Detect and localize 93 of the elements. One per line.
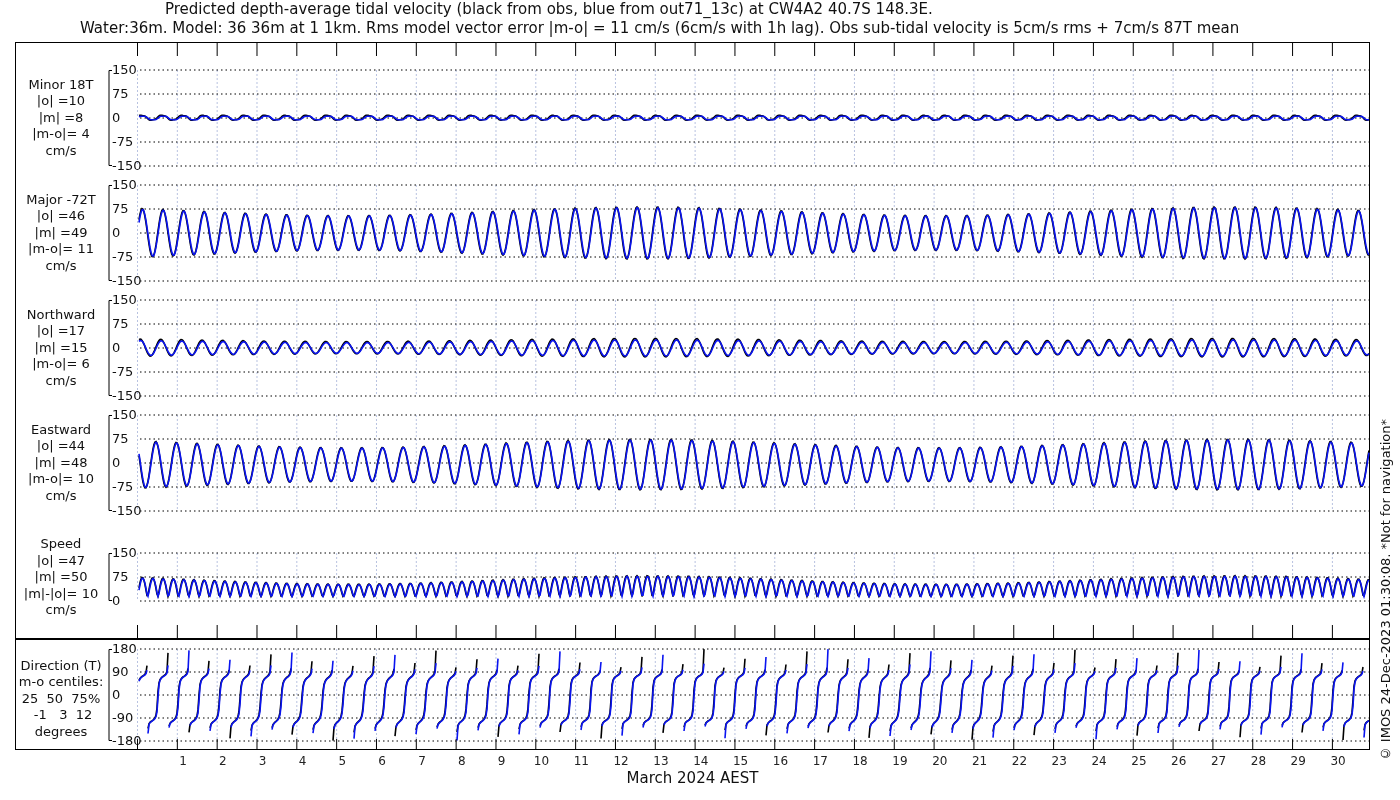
panel-label: |m-o|= 11 [28, 241, 94, 258]
y-tick-label: 75 [112, 200, 129, 216]
x-tick-label: 4 [298, 754, 307, 768]
y-tick-label: -150 [112, 502, 142, 518]
panel-label: Direction (T) [20, 657, 102, 675]
x-axis-label: March 2024 AEST [626, 769, 759, 787]
y-tick-label: -75 [112, 133, 134, 149]
panel-label: |m-o|= 10 [28, 471, 94, 488]
panel-label: |m-o|= 4 [32, 126, 90, 143]
y-tick-label: 90 [112, 663, 129, 679]
y-tick-label: 0 [112, 224, 121, 240]
x-tick-label: 29 [1290, 754, 1306, 768]
x-tick-label: 30 [1330, 754, 1346, 768]
panel-label: |o| =46 [36, 208, 86, 225]
x-tick-label: 6 [378, 754, 386, 768]
x-tick-label: 24 [1091, 754, 1107, 768]
panel-label: m-o centiles: [18, 674, 104, 691]
x-tick-label: 13 [653, 754, 669, 768]
x-tick-label: 2 [219, 754, 227, 768]
panel-label: degrees [34, 723, 88, 741]
x-tick-label: 8 [458, 754, 466, 768]
x-tick-label: 17 [812, 754, 828, 768]
panel-label: cm/s [45, 257, 77, 275]
y-tick-label: 0 [112, 339, 121, 355]
x-tick-label: 9 [497, 754, 506, 768]
panel-label: Northward [26, 306, 96, 324]
x-tick-label: 26 [1171, 754, 1187, 768]
y-tick-label: 0 [112, 592, 121, 608]
panel-label: |m| =15 [34, 339, 88, 357]
y-tick-label: -75 [112, 248, 134, 264]
panel-label: |m|-|o|= 10 [23, 585, 99, 602]
panel-label: 25 50 75% [21, 690, 101, 708]
y-tick-label: 0 [112, 686, 121, 702]
panel-label: |m-o|= 6 [32, 356, 90, 373]
y-axis [108, 553, 113, 602]
y-tick-label: 150 [112, 544, 137, 560]
x-tick-label: 11 [573, 754, 589, 768]
panel-label: Minor 18T [28, 76, 94, 94]
y-tick-label: 75 [112, 85, 129, 101]
x-tick-label: 28 [1250, 754, 1267, 768]
panel-label: |o| =44 [36, 438, 86, 455]
panel-label: |o| =17 [36, 323, 86, 340]
panel-label: cm/s [45, 487, 77, 505]
x-tick-label: 19 [892, 754, 908, 768]
x-tick-label: 14 [693, 754, 709, 768]
x-tick-label: 18 [852, 754, 868, 768]
x-tick-label: 21 [971, 754, 988, 768]
y-tick-label: -150 [112, 157, 142, 173]
y-tick-label: 180 [112, 640, 137, 656]
chart-title: Predicted depth-average tidal velocity (black from obs, blue from out71_13c) at CW4A2 40.7S 148.3E. [164, 0, 934, 19]
panel-label: |m| =49 [34, 224, 88, 242]
copyright-text: © IMOS 24-Dec-2023 01:30:08. *Not for navigation* [1377, 418, 1393, 761]
panel-label: |o| =47 [36, 552, 86, 569]
panel-label: |m| =8 [38, 109, 84, 127]
x-tick-label: 15 [733, 754, 749, 768]
y-tick-label: 150 [112, 61, 137, 77]
y-tick-label: -150 [112, 272, 142, 288]
x-tick-label: 5 [338, 754, 347, 768]
y-tick-label: 150 [112, 406, 137, 422]
y-tick-label: -150 [112, 387, 142, 403]
panel-label: Major -72T [26, 191, 96, 209]
panel-label: cm/s [45, 372, 77, 390]
panel-label: Eastward [31, 421, 91, 439]
panel-label: |m| =50 [34, 569, 88, 586]
y-tick-label: 150 [112, 291, 137, 307]
panel-label: Speed [40, 536, 82, 553]
y-tick-label: 0 [112, 454, 121, 470]
y-tick-label: -75 [112, 363, 134, 379]
chart-title: Water:36m. Model: 36 36m at 1 1km. Rms model vector error |m-o| = 11 cm/s (6cm/s with 1h lag). Obs sub-tidal velocity is 5cm/s rms + 7cm/s 87T mean [79, 19, 1241, 38]
y-tick-label: 0 [112, 109, 121, 125]
x-tick-label: 20 [932, 754, 948, 768]
x-tick-label: 23 [1051, 754, 1067, 768]
x-tick-label: 22 [1011, 754, 1028, 768]
y-tick-label: 75 [112, 315, 129, 331]
panel-label: cm/s [45, 142, 77, 160]
x-tick-label: 12 [613, 754, 629, 768]
x-tick-label: 10 [533, 754, 550, 768]
panel-label: |m| =48 [34, 454, 88, 472]
x-tick-label: 16 [772, 754, 789, 768]
y-tick-label: 75 [112, 568, 129, 584]
y-tick-label: -180 [112, 732, 142, 748]
x-tick-label: 1 [179, 754, 187, 768]
y-tick-label: 150 [112, 176, 137, 192]
y-tick-label: 75 [112, 430, 129, 446]
y-tick-label: -75 [112, 478, 134, 494]
x-tick-label: 27 [1210, 754, 1227, 768]
panel-label: |o| =10 [36, 93, 86, 110]
y-tick-label: -90 [112, 709, 134, 725]
x-tick-label: 25 [1131, 754, 1147, 768]
x-tick-label: 3 [258, 754, 267, 768]
x-tick-label: 7 [418, 754, 426, 768]
panel-label: cm/s [45, 602, 77, 619]
panel-label: -1 3 12 [32, 707, 93, 724]
